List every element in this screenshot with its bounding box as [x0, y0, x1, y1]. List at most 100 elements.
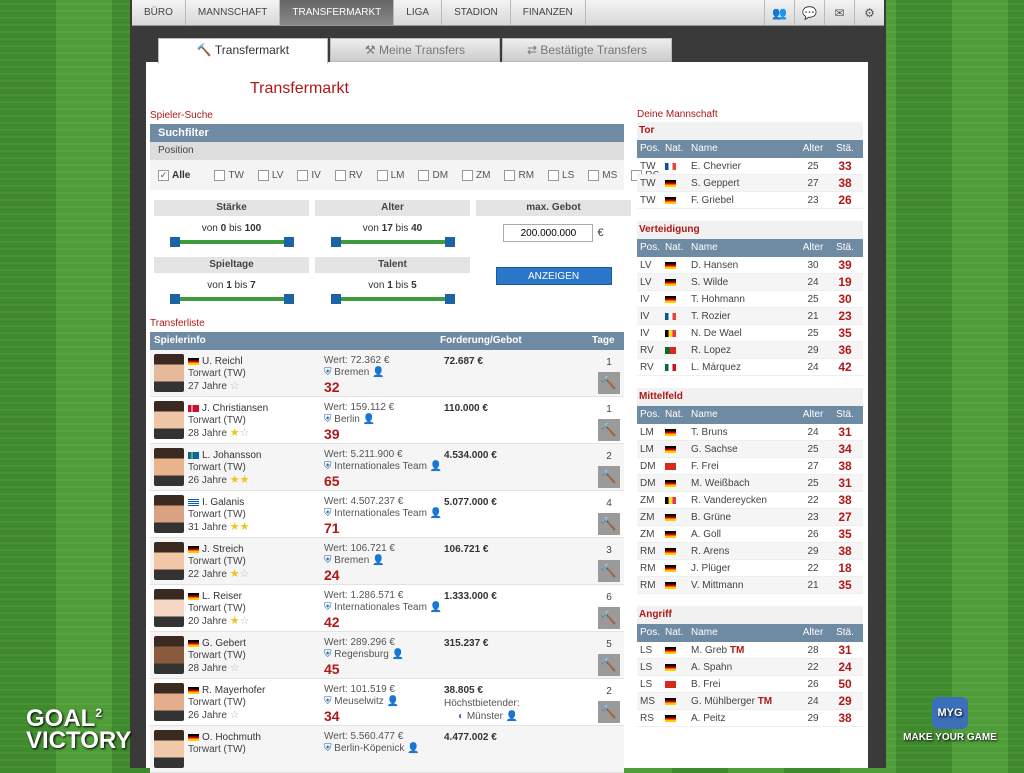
checkbox-icon[interactable]: ✓: [158, 169, 169, 181]
player-name[interactable]: J. Streich: [202, 544, 244, 555]
chat-icon[interactable]: 💬: [794, 0, 824, 25]
bid-hammer-icon[interactable]: 🔨: [598, 466, 620, 488]
team-player-name[interactable]: V. Mittmann: [691, 580, 743, 591]
bid-hammer-icon[interactable]: 🔨: [598, 560, 620, 582]
player-name[interactable]: L. Johansson: [202, 450, 262, 461]
club-name[interactable]: Internationales Team: [334, 508, 427, 519]
team-player-name[interactable]: D. Hansen: [691, 260, 738, 271]
table-row[interactable]: U. Reichl Torwart (TW) 27 Jahre ☆ Wert: …: [150, 350, 624, 397]
checkbox-icon[interactable]: [257, 169, 269, 181]
player-name[interactable]: I. Galanis: [202, 497, 244, 508]
team-player-name[interactable]: E. Chevrier: [691, 161, 741, 172]
team-player-name[interactable]: B. Frei: [691, 679, 720, 690]
bidder-name[interactable]: Münster: [467, 711, 503, 722]
table-row[interactable]: G. Gebert Torwart (TW) 28 Jahre ☆ Wert: …: [150, 632, 624, 679]
player-name[interactable]: O. Hochmuth: [202, 732, 261, 743]
team-row[interactable]: ZM R. Vandereycken 22 38: [637, 492, 863, 509]
team-row[interactable]: LV D. Hansen 30 39: [637, 257, 863, 274]
club-name[interactable]: Bremen: [334, 367, 369, 378]
team-row[interactable]: RV L. Márquez 24 42: [637, 359, 863, 376]
tab-bestaetigte-transfers[interactable]: ⇄ Bestätigte Transfers: [502, 38, 672, 62]
bid-hammer-icon[interactable]: 🔨: [598, 372, 620, 394]
team-player-name[interactable]: G. Sachse: [691, 444, 738, 455]
team-row[interactable]: IV N. De Wael 25 35: [637, 325, 863, 342]
nav-item-1[interactable]: MANNSCHAFT: [186, 0, 281, 25]
team-player-name[interactable]: F. Griebel: [691, 195, 734, 206]
team-row[interactable]: TW S. Geppert 27 38: [637, 175, 863, 192]
club-name[interactable]: Meuselwitz: [334, 696, 383, 707]
club-name[interactable]: Berlin-Köpenick: [334, 743, 404, 754]
club-name[interactable]: Bremen: [334, 555, 369, 566]
staerke-slider[interactable]: [169, 237, 294, 247]
checkbox-icon[interactable]: [214, 169, 226, 181]
checkbox-icon[interactable]: [462, 169, 474, 181]
table-row[interactable]: L. Reiser Torwart (TW) 20 Jahre ★☆ Wert:…: [150, 585, 624, 632]
team-row[interactable]: RV R. Lopez 29 36: [637, 342, 863, 359]
team-row[interactable]: RM V. Mittmann 21 35: [637, 577, 863, 594]
team-player-name[interactable]: S. Wilde: [691, 277, 728, 288]
team-row[interactable]: LM T. Bruns 24 31: [637, 424, 863, 441]
team-player-name[interactable]: T. Bruns: [691, 427, 728, 438]
player-name[interactable]: R. Mayerhofer: [202, 685, 265, 696]
club-name[interactable]: Internationales Team: [334, 461, 427, 472]
team-player-name[interactable]: B. Grüne: [691, 512, 731, 523]
team-player-name[interactable]: R. Lopez: [691, 345, 731, 356]
team-row[interactable]: IV T. Rozier 21 23: [637, 308, 863, 325]
club-name[interactable]: Internationales Team: [334, 602, 427, 613]
player-name[interactable]: G. Gebert: [202, 638, 246, 649]
bid-hammer-icon[interactable]: 🔨: [598, 607, 620, 629]
position-checkbox[interactable]: LV: [257, 169, 283, 181]
team-row[interactable]: LS A. Spahn 22 24: [637, 659, 863, 676]
tab-meine-transfers[interactable]: ⚒ Meine Transfers: [330, 38, 500, 62]
checkbox-icon[interactable]: [418, 169, 430, 181]
team-row[interactable]: LV S. Wilde 24 19: [637, 274, 863, 291]
table-row[interactable]: J. Christiansen Torwart (TW) 28 Jahre ★☆…: [150, 397, 624, 444]
table-row[interactable]: I. Galanis Torwart (TW) 31 Jahre ★★ Wert…: [150, 491, 624, 538]
team-player-name[interactable]: N. De Wael: [691, 328, 742, 339]
team-player-name[interactable]: R. Arens: [691, 546, 729, 557]
table-row[interactable]: O. Hochmuth Torwart (TW) Wert: 5.560.477…: [150, 726, 624, 773]
team-row[interactable]: LM G. Sachse 25 34: [637, 441, 863, 458]
position-checkbox[interactable]: IV: [297, 169, 321, 181]
team-row[interactable]: DM M. Weißbach 25 31: [637, 475, 863, 492]
bid-hammer-icon[interactable]: 🔨: [598, 419, 620, 441]
team-player-name[interactable]: M. Greb: [691, 645, 727, 656]
bid-hammer-icon[interactable]: 🔨: [598, 513, 620, 535]
team-player-name[interactable]: F. Frei: [691, 461, 719, 472]
table-row[interactable]: J. Streich Torwart (TW) 22 Jahre ★☆ Wert…: [150, 538, 624, 585]
team-player-name[interactable]: T. Rozier: [691, 311, 730, 322]
club-name[interactable]: Berlin: [334, 414, 360, 425]
team-player-name[interactable]: G. Mühlberger: [691, 696, 755, 707]
team-row[interactable]: ZM A. Goll 26 35: [637, 526, 863, 543]
team-row[interactable]: DM F. Frei 27 38: [637, 458, 863, 475]
table-row[interactable]: R. Mayerhofer Torwart (TW) 26 Jahre ☆ We…: [150, 679, 624, 726]
nav-item-4[interactable]: STADION: [442, 0, 511, 25]
team-player-name[interactable]: A. Spahn: [691, 662, 732, 673]
position-checkbox[interactable]: MS: [588, 169, 617, 181]
team-row[interactable]: MS G. Mühlberger TM 24 29: [637, 693, 863, 710]
team-row[interactable]: RM J. Plüger 22 18: [637, 560, 863, 577]
position-checkbox[interactable]: TW: [214, 169, 244, 181]
team-player-name[interactable]: A. Peitz: [691, 713, 725, 724]
table-row[interactable]: L. Johansson Torwart (TW) 26 Jahre ★★ We…: [150, 444, 624, 491]
player-name[interactable]: U. Reichl: [202, 356, 243, 367]
team-player-name[interactable]: R. Vandereycken: [691, 495, 767, 506]
team-player-name[interactable]: T. Hohmann: [691, 294, 745, 305]
nav-item-0[interactable]: BÜRO: [132, 0, 186, 25]
team-row[interactable]: TW F. Griebel 23 26: [637, 192, 863, 209]
position-checkbox[interactable]: LS: [548, 169, 574, 181]
position-checkbox[interactable]: LM: [376, 169, 404, 181]
team-row[interactable]: RM R. Arens 29 38: [637, 543, 863, 560]
checkbox-icon[interactable]: [548, 169, 560, 181]
nav-item-5[interactable]: FINANZEN: [511, 0, 586, 25]
position-checkbox[interactable]: ✓ Alle: [158, 169, 190, 181]
player-name[interactable]: J. Christiansen: [202, 403, 268, 414]
team-row[interactable]: LS M. Greb TM 28 31: [637, 642, 863, 659]
mail-icon[interactable]: ✉: [824, 0, 854, 25]
spieltage-slider[interactable]: [169, 294, 294, 304]
bid-hammer-icon[interactable]: 🔨: [598, 701, 620, 723]
club-name[interactable]: Regensburg: [334, 649, 388, 660]
talent-slider[interactable]: [330, 294, 455, 304]
team-player-name[interactable]: A. Goll: [691, 529, 721, 540]
position-checkbox[interactable]: RM: [504, 169, 534, 181]
